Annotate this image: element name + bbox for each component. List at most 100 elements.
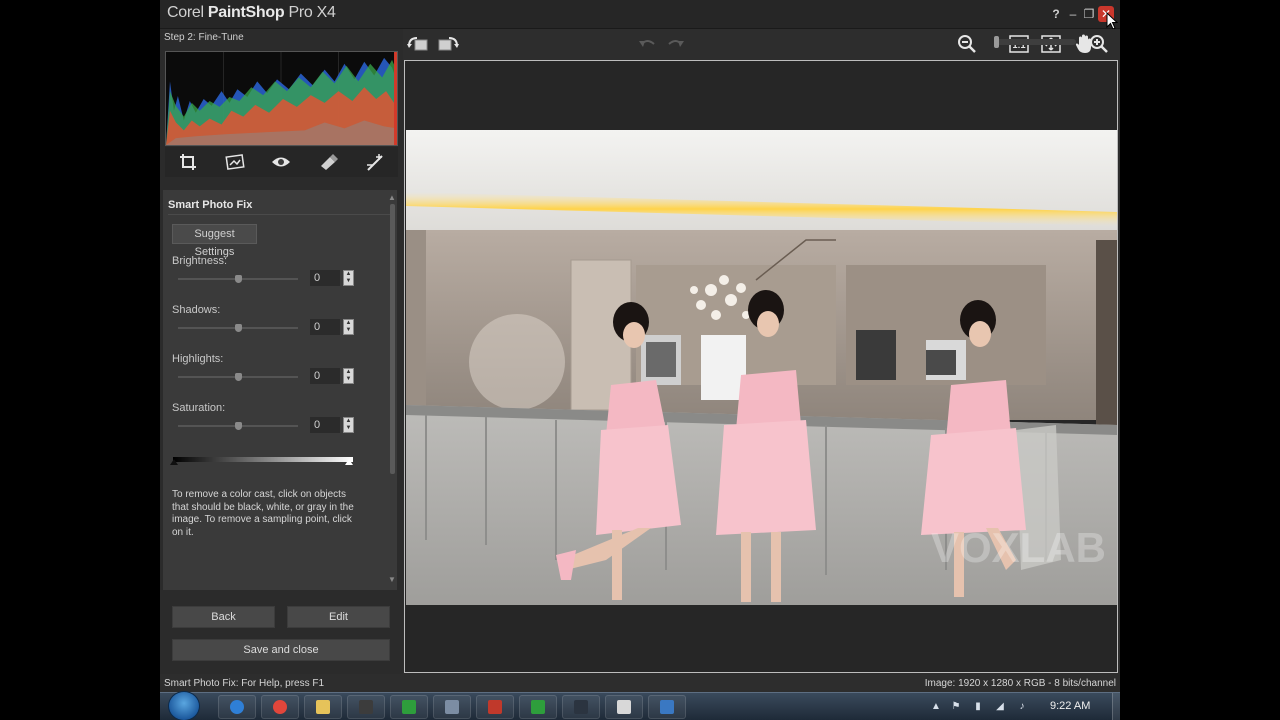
undo-icon[interactable] [635,33,659,55]
file-explorer-icon [316,700,330,714]
smart-photo-fix-panel: Smart Photo Fix Suggest Settings Brightn… [163,190,397,590]
shadows-label: Shadows: [172,304,221,316]
white-point-marker[interactable] [345,459,353,465]
brightness-spinner[interactable]: ▲ ▼ [343,270,354,286]
show-desktop-button[interactable] [1112,693,1120,720]
taskbar-app-file-explorer[interactable] [304,695,342,719]
taskbar-app-paintshop[interactable] [648,695,686,719]
taskbar-app-internet-explorer[interactable] [218,695,256,719]
image-preview-area[interactable]: VOXLAB [404,60,1118,673]
back-button[interactable]: Back [172,606,275,628]
watermark: VOXLAB [931,524,1106,571]
shadows-slider[interactable] [178,324,298,332]
system-tray: ▲ ⚑ ▮ ◢ ♪ 9:22 AM [930,693,1120,720]
scroll-down-icon[interactable]: ▼ [388,575,396,584]
taskbar-app-chrome[interactable] [261,695,299,719]
shadows-slider-thumb[interactable] [234,324,242,332]
title-suffix: Pro X4 [284,4,336,21]
battery-icon[interactable]: ▮ [972,701,984,713]
zoom-slider[interactable] [994,36,1076,48]
app-title: Corel PaintShop Pro X4 [167,4,336,22]
network-icon[interactable]: ◢ [994,701,1006,713]
zoom-in-icon[interactable] [1087,33,1111,55]
adjust-icon[interactable] [364,151,386,173]
console-icon [574,700,588,714]
highlights-value[interactable]: 0 [310,368,340,384]
tray-expand-icon[interactable]: ▲ [930,701,942,713]
highlights-spinner[interactable]: ▲ ▼ [343,368,354,384]
taskbar-app-excel[interactable] [390,695,428,719]
paintshop-icon [660,700,674,714]
help-button[interactable]: ? [1048,6,1064,22]
excel-2-icon [531,700,545,714]
zoom-out-icon[interactable] [955,33,979,55]
saturation-slider[interactable] [178,422,298,430]
shadows-value[interactable]: 0 [310,319,340,335]
tool-row [165,147,398,177]
taskbar-app-stop-app[interactable] [476,695,514,719]
zoom-slider-thumb[interactable] [994,36,999,48]
taskbar-app-console[interactable] [562,695,600,719]
shadows-spinner[interactable]: ▲ ▼ [343,319,354,335]
crop-icon[interactable] [177,151,199,173]
pdf-reader-icon [617,700,631,714]
mouse-cursor-icon [1106,12,1118,30]
scroll-up-icon[interactable]: ▲ [388,193,396,202]
red-eye-icon[interactable] [270,151,292,173]
status-help-text: Smart Photo Fix: For Help, press F1 [164,678,325,689]
taskbar-app-terminal[interactable] [347,695,385,719]
brightness-slider[interactable] [178,275,298,283]
media-player-icon [445,700,459,714]
chrome-icon [273,700,287,714]
brightness-label: Brightness: [172,255,228,267]
highlights-label: Highlights: [172,353,224,365]
panel-scrollbar[interactable]: ▲ ▼ [387,190,397,590]
status-bar: Smart Photo Fix: For Help, press F1 Imag… [160,676,1120,692]
restore-button[interactable]: ❐ [1081,6,1097,22]
stop-app-icon [488,700,502,714]
rotate-right-icon[interactable] [436,33,460,55]
saturation-label: Saturation: [172,402,226,414]
scroll-thumb[interactable] [390,204,395,474]
taskbar-app-excel-2[interactable] [519,695,557,719]
excel-icon [402,700,416,714]
volume-icon[interactable]: ♪ [1016,701,1028,713]
highlights-slider[interactable] [178,373,298,381]
save-and-close-button[interactable]: Save and close [172,639,390,661]
suggest-settings-button[interactable]: Suggest Settings [172,224,257,258]
title-bar: Corel PaintShop Pro X4 ? ‒ ❐ ✕ [160,0,1120,30]
step-label: Step 2: Fine-Tune [164,32,244,43]
left-panel: Step 2: Fine-Tune Smart Photo Fix Sugges… [160,29,403,674]
status-image-info: Image: 1920 x 1280 x RGB - 8 bits/channe… [924,678,1116,689]
retouch-brush-icon[interactable] [317,151,339,173]
instructions-text: To remove a color cast, click on objects… [172,489,354,538]
highlights-slider-thumb[interactable] [234,373,242,381]
taskbar: ▲ ⚑ ▮ ◢ ♪ 9:22 AM [160,691,1120,720]
photo-preview[interactable]: VOXLAB [406,130,1118,605]
saturation-value[interactable]: 0 [310,417,340,433]
internet-explorer-icon [230,700,244,714]
section-title: Smart Photo Fix [168,199,253,211]
rotate-left-icon[interactable] [406,33,430,55]
brightness-value[interactable]: 0 [310,270,340,286]
saturation-slider-thumb[interactable] [234,422,242,430]
histogram [165,51,398,146]
minimize-button[interactable]: ‒ [1065,6,1081,22]
black-point-marker[interactable] [170,459,178,465]
section-divider [168,214,390,215]
terminal-icon [359,700,373,714]
redo-icon[interactable] [664,33,688,55]
taskbar-clock[interactable]: 9:22 AM [1050,700,1090,712]
title-brand: PaintShop [207,4,285,21]
taskbar-app-pdf-reader[interactable] [605,695,643,719]
paintshop-window: Corel PaintShop Pro X4 ? ‒ ❐ ✕ Step 2: F… [160,0,1120,720]
start-button[interactable] [168,691,200,720]
saturation-spinner[interactable]: ▲ ▼ [343,417,354,433]
taskbar-app-media-player[interactable] [433,695,471,719]
edit-button[interactable]: Edit [287,606,390,628]
straighten-icon[interactable] [224,151,246,173]
black-white-gradient [173,457,353,462]
title-prefix: Corel [167,4,208,21]
action-center-icon[interactable]: ⚑ [950,701,962,713]
brightness-slider-thumb[interactable] [234,275,242,283]
